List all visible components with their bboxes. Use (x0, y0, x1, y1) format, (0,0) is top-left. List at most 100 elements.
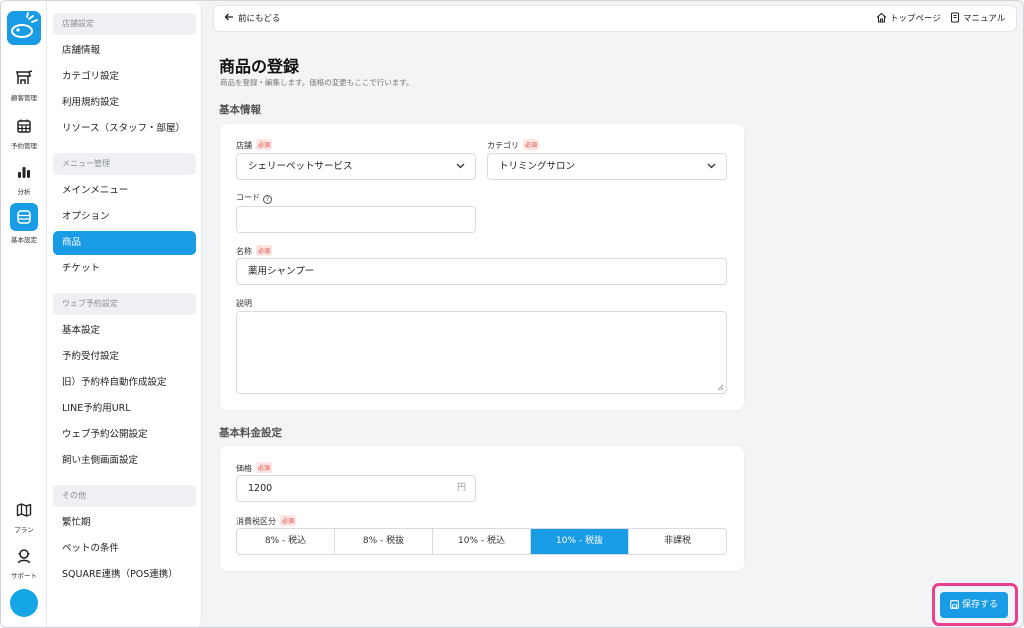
logo-icon (11, 12, 38, 38)
name-input-value: 薬用シャンプー (248, 266, 315, 277)
save-label: 保存する (961, 600, 998, 610)
rail-item-customers[interactable]: 顧客管理 (1, 67, 47, 102)
tax-option-exempt[interactable]: 非課税 (629, 529, 726, 554)
calendar-icon (17, 119, 31, 133)
required-badge: 必須 (256, 462, 273, 473)
rail-label: 顧客管理 (11, 94, 37, 102)
code-label-text: コード (236, 193, 260, 202)
sidebar-item-options[interactable]: オプション (53, 205, 196, 229)
top-page-label: トップページ (890, 14, 941, 24)
sidebar-item-auto-slots[interactable]: 旧）予約枠自動作成設定 (53, 371, 196, 395)
tax-label: 消費税区分 必須 (236, 515, 297, 527)
code-input[interactable] (236, 206, 476, 233)
section-title-basic: 基本情報 (219, 104, 261, 116)
name-label: 名称 必須 (236, 245, 273, 257)
save-icon (950, 600, 959, 609)
sidebar-item-busy-season[interactable]: 繁忙期 (53, 511, 196, 535)
chevron-down-icon (707, 163, 716, 169)
support-icon (17, 549, 31, 564)
settings-box-icon (17, 210, 31, 224)
sidebar-item-square[interactable]: SQUARE連携（POS連携） (53, 563, 196, 587)
sidebar-item-terms[interactable]: 利用規約設定 (53, 91, 196, 115)
rail-item-plan[interactable]: プラン (1, 499, 47, 534)
tax-option-10-excl[interactable]: 10% - 税抜 (531, 529, 629, 554)
store-label: 店舗 必須 (236, 139, 273, 151)
category-label: カテゴリ 必須 (487, 139, 540, 151)
code-label: コード? (236, 192, 272, 204)
sidebar-item-web-basic[interactable]: 基本設定 (53, 319, 196, 343)
manual-label: マニュアル (963, 14, 1006, 24)
sidebar-item-main-menu[interactable]: メインメニュー (53, 179, 196, 203)
required-badge: 必須 (280, 515, 297, 526)
sidebar-item-category[interactable]: カテゴリ設定 (53, 65, 196, 89)
top-bar: 前にもどる トップページ マニュアル (213, 5, 1017, 32)
required-badge: 必須 (256, 139, 273, 150)
store-select[interactable]: シェリーペットサービス (236, 153, 476, 180)
rail-label: サポート (11, 572, 37, 580)
help-icon[interactable]: ? (263, 195, 272, 204)
resize-handle-icon[interactable] (717, 384, 724, 391)
section-title-pricing: 基本料金設定 (219, 427, 282, 439)
description-label: 説明 (236, 299, 252, 308)
sidebar-item-reception[interactable]: 予約受付設定 (53, 345, 196, 369)
avatar[interactable] (10, 589, 38, 617)
page-subtitle: 商品を登録・編集します。価格の変更もここで行います。 (220, 78, 414, 87)
sidebar-item-resources[interactable]: リソース（スタッフ・部屋） (53, 117, 196, 141)
rail-label: プラン (14, 526, 34, 534)
page-title: 商品の登録 (219, 57, 300, 76)
category-select-value: トリミングサロン (499, 161, 576, 172)
top-page-link[interactable]: トップページ (876, 6, 941, 33)
rail-item-basic-settings[interactable]: 基本設定 (1, 203, 47, 244)
store-select-value: シェリーペットサービス (248, 161, 353, 172)
book-icon (950, 12, 960, 23)
app-logo[interactable] (7, 11, 41, 45)
save-button[interactable]: 保存する (940, 592, 1008, 618)
bar-chart-icon (18, 167, 30, 178)
rail-item-reservations[interactable]: 予約管理 (1, 115, 47, 150)
icon-rail: 顧客管理 予約管理 分析 基本設定 プラン サポート (1, 1, 47, 627)
store-label-text: 店舗 (236, 141, 252, 150)
price-unit: 円 (456, 483, 466, 493)
sidebar-item-owner-screen[interactable]: 飼い主側画面設定 (53, 449, 196, 473)
sidebar-item-pet-conditions[interactable]: ペットの条件 (53, 537, 196, 561)
home-icon (876, 12, 887, 23)
rail-label: 分析 (17, 188, 31, 196)
settings-sidebar: 店舗設定 店舗情報 カテゴリ設定 利用規約設定 リソース（スタッフ・部屋） メニ… (47, 1, 202, 627)
tax-option-8-incl[interactable]: 8% - 税込 (237, 529, 335, 554)
tax-segmented-control: 8% - 税込 8% - 税抜 10% - 税込 10% - 税抜 非課税 (236, 528, 727, 555)
map-icon (16, 503, 32, 517)
back-label: 前にもどる (238, 14, 281, 24)
app-window: 顧客管理 予約管理 分析 基本設定 プラン サポート 店舗設定 店舗情報 カテゴ… (0, 0, 1024, 628)
price-label: 価格 必須 (236, 462, 273, 474)
sidebar-item-tickets[interactable]: チケット (53, 257, 196, 281)
chevron-down-icon (456, 163, 465, 169)
rail-item-support[interactable]: サポート (1, 545, 47, 580)
category-select[interactable]: トリミングサロン (487, 153, 727, 180)
sidebar-section-other: その他 (53, 485, 196, 507)
required-badge: 必須 (256, 245, 273, 256)
rail-label: 基本設定 (11, 236, 37, 244)
sidebar-item-web-publish[interactable]: ウェブ予約公開設定 (53, 423, 196, 447)
required-badge: 必須 (523, 139, 540, 150)
sidebar-item-line-url[interactable]: LINE予約用URL (53, 397, 196, 421)
name-input[interactable]: 薬用シャンプー (236, 258, 727, 285)
tax-option-10-incl[interactable]: 10% - 税込 (433, 529, 531, 554)
sidebar-section-web: ウェブ予約設定 (53, 293, 196, 315)
category-label-text: カテゴリ (487, 141, 519, 150)
sidebar-item-products[interactable]: 商品 (53, 231, 196, 255)
price-input-value: 1200 (248, 483, 273, 494)
tax-label-text: 消費税区分 (236, 517, 276, 526)
description-textarea[interactable] (236, 311, 727, 394)
back-link[interactable]: 前にもどる (224, 6, 280, 33)
sidebar-section-menu: メニュー管理 (53, 153, 196, 175)
price-input[interactable]: 1200 円 (236, 475, 476, 502)
manual-link[interactable]: マニュアル (950, 6, 1005, 33)
sidebar-item-store-info[interactable]: 店舗情報 (53, 39, 196, 63)
rail-label: 予約管理 (11, 142, 37, 150)
shop-icon (16, 70, 33, 84)
rail-item-analytics[interactable]: 分析 (1, 161, 47, 196)
tax-option-8-excl[interactable]: 8% - 税抜 (335, 529, 433, 554)
name-label-text: 名称 (236, 247, 252, 256)
price-label-text: 価格 (236, 464, 252, 473)
arrow-left-icon (224, 13, 233, 21)
